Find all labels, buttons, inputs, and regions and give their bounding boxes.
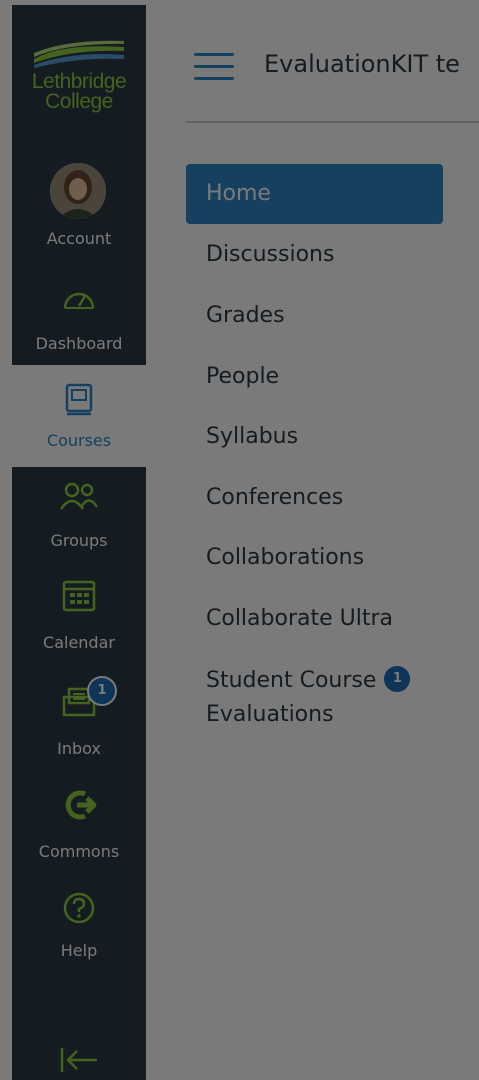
nav-label-commons: Commons [38,842,120,861]
app-frame: Lethbridge College Account Dashboard Cou… [0,0,479,1080]
course-nav-conferences[interactable]: Conferences [186,468,443,528]
hamburger-icon[interactable] [194,53,234,83]
nav-item-courses[interactable]: Courses [12,365,146,467]
course-nav-syllabus[interactable]: Syllabus [186,407,443,467]
evaluations-badge: 1 [384,666,411,692]
course-nav-grades[interactable]: Grades [186,286,443,346]
book-icon [65,383,93,416]
avatar [50,163,106,219]
nav-item-inbox[interactable]: 1 Inbox [12,676,146,767]
college-logo[interactable]: Lethbridge College [12,33,146,125]
course-nav-people[interactable]: People [186,347,443,407]
help-icon [63,892,95,924]
nav-item-groups[interactable]: Groups [12,475,146,565]
nav-label-dashboard: Dashboard [35,334,123,353]
nav-item-dashboard[interactable]: Dashboard [12,280,146,370]
header-divider [186,121,479,123]
logo-text-line2: College [45,90,113,113]
course-nav-label-line1: Student Course [206,668,377,693]
nav-label-account: Account [46,229,112,248]
course-nav-collaborate-ultra[interactable]: Collaborate Ultra [186,589,443,649]
course-nav-student-course-evaluations[interactable]: Student Course 1 Evaluations [186,664,443,734]
nav-label-courses: Courses [46,431,112,450]
nav-item-account[interactable]: Account [12,155,146,255]
course-main: EvaluationKIT te Home Discussions Grades… [146,0,479,1080]
calendar-icon [62,580,96,612]
commons-icon [65,790,97,820]
nav-item-help[interactable]: Help [12,889,146,979]
collapse-arrow-icon[interactable] [59,1045,99,1075]
people-icon [59,482,99,510]
nav-label-inbox: Inbox [57,739,101,758]
course-title[interactable]: EvaluationKIT te [264,50,479,78]
nav-item-calendar[interactable]: Calendar [12,575,146,665]
nav-label-groups: Groups [50,531,108,550]
logo-hills-icon [34,40,124,68]
nav-label-calendar: Calendar [43,633,115,652]
course-nav-discussions[interactable]: Discussions [186,225,443,285]
inbox-unread-badge: 1 [87,676,117,706]
course-nav-collaborations[interactable]: Collaborations [186,528,443,588]
course-nav-label-line2: Evaluations [206,702,334,727]
nav-item-commons[interactable]: Commons [12,787,146,877]
global-navigation: Lethbridge College Account Dashboard Cou… [12,5,146,1080]
speedometer-icon [63,292,95,309]
course-nav-home[interactable]: Home [186,164,443,224]
nav-label-help: Help [60,941,98,960]
